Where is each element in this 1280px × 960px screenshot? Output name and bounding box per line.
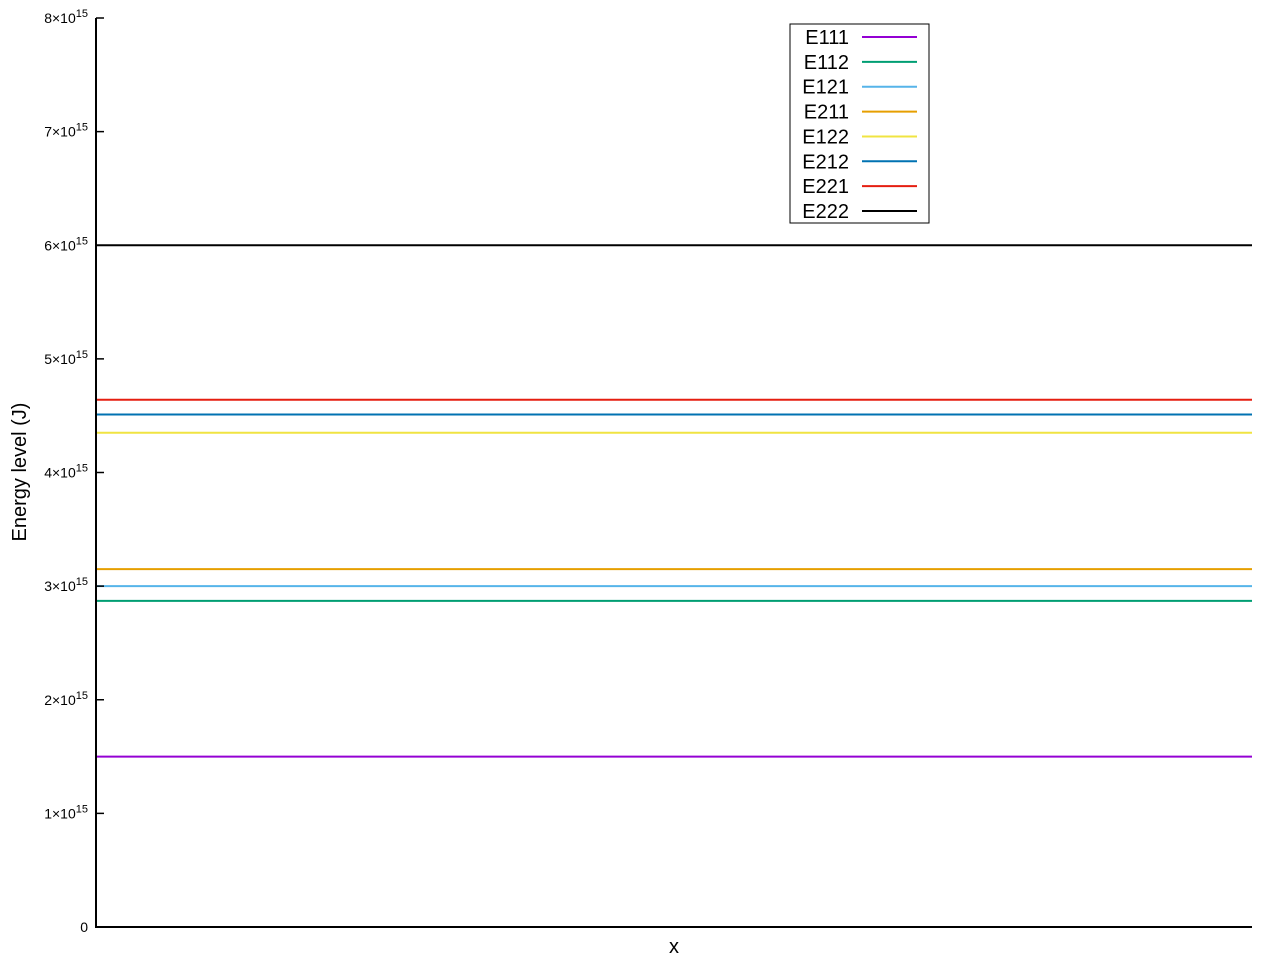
legend-label-e222: E222 <box>802 201 849 223</box>
y-tick-exponent: 15 <box>76 690 88 702</box>
legend-label-e212: E212 <box>802 151 849 173</box>
y-tick-mantissa: 7×10 <box>44 124 76 140</box>
series-layer <box>96 244 1252 758</box>
y-tick-label: 6×1015 <box>44 235 88 253</box>
y-tick-exponent: 15 <box>76 8 88 20</box>
y-tick-mantissa: 8×10 <box>44 10 76 26</box>
y-tick-exponent: 15 <box>76 803 88 815</box>
y-tick-mantissa: 1×10 <box>44 805 76 821</box>
y-tick-label: 0 <box>80 919 88 935</box>
y-tick-label: 3×1015 <box>44 576 88 594</box>
y-tick-label: 8×1015 <box>44 8 88 26</box>
legend-label-e121: E121 <box>802 77 849 99</box>
y-tick-exponent: 15 <box>76 463 88 475</box>
y-tick-mantissa: 0 <box>80 919 88 935</box>
y-tick-exponent: 15 <box>76 576 88 588</box>
y-tick-mantissa: 6×10 <box>44 237 76 253</box>
y-tick-label: 2×1015 <box>44 690 88 708</box>
y-tick-mantissa: 3×10 <box>44 578 76 594</box>
y-tick-mantissa: 5×10 <box>44 351 76 367</box>
y-tick-label: 4×1015 <box>44 463 88 481</box>
legend-label-e111: E111 <box>805 27 849 49</box>
legend-label-e112: E112 <box>804 52 849 74</box>
legend: E111 E112 E121 E211E122 E212 E221 E222 <box>789 23 930 224</box>
legend-label-e211: E211 <box>804 102 849 124</box>
y-tick-exponent: 15 <box>76 235 88 247</box>
axes <box>95 18 1252 928</box>
y-tick-mantissa: 4×10 <box>44 465 76 481</box>
energy-level-chart: 01×10152×10153×10154×10155×10156×10157×1… <box>9 8 1252 958</box>
y-tick-label: 5×1015 <box>44 349 88 367</box>
y-tick-label: 7×1015 <box>44 122 88 140</box>
y-tick-label: 1×1015 <box>44 803 88 821</box>
y-tick-exponent: 15 <box>76 349 88 361</box>
y-tick-exponent: 15 <box>76 122 88 134</box>
legend-label-e221: E221 <box>802 176 849 198</box>
y-tick-mantissa: 2×10 <box>44 692 76 708</box>
x-axis-label: x <box>669 936 679 958</box>
y-axis-label: Energy level (J) <box>9 403 31 542</box>
legend-label-e122: E122 <box>802 126 849 148</box>
